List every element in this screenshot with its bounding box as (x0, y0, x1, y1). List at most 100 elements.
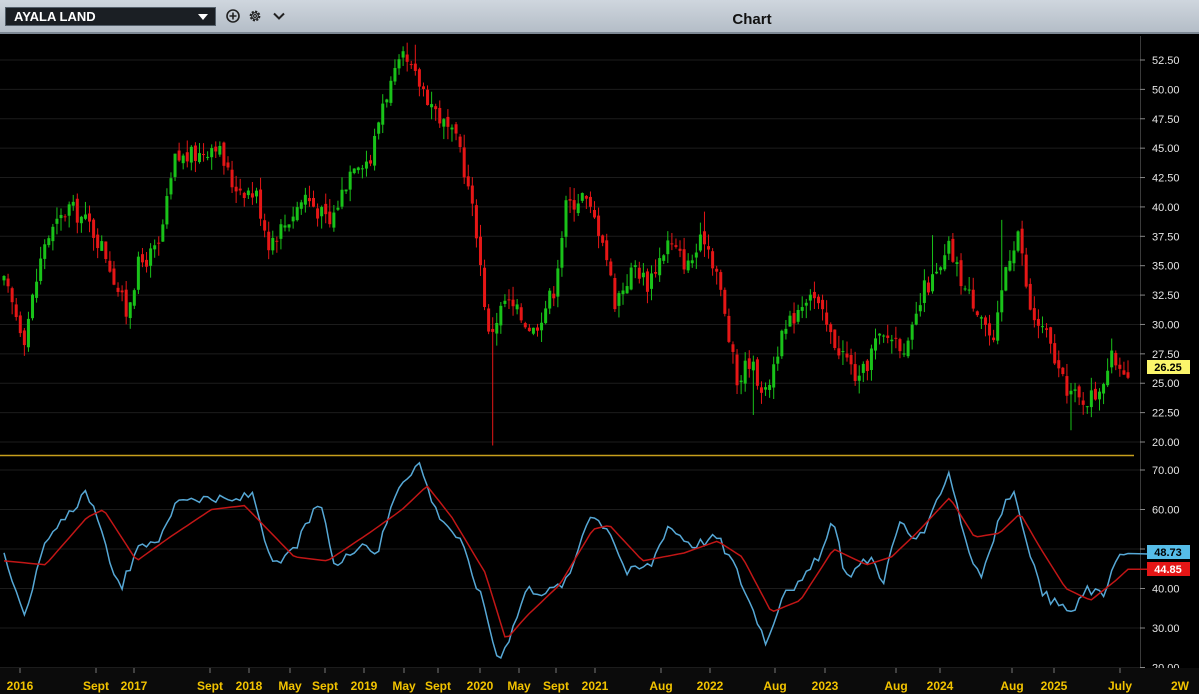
candle-body (641, 272, 645, 278)
candle-body (707, 246, 711, 250)
candle (878, 333, 882, 345)
candle (804, 298, 808, 319)
candle (385, 98, 389, 108)
candle-body (617, 293, 621, 306)
candle (381, 94, 385, 134)
candle (535, 323, 539, 337)
candle-body (1126, 372, 1130, 378)
candle (698, 222, 702, 253)
candle-body (768, 384, 772, 390)
symbol-dropdown[interactable]: AYALA LAND (5, 7, 216, 26)
candle-body (568, 199, 572, 201)
candle-body (792, 313, 796, 324)
candle-body (417, 69, 421, 87)
candle (906, 337, 910, 359)
candle-body (31, 294, 35, 319)
candle-body (373, 135, 377, 166)
candle-body (474, 205, 478, 239)
candle (466, 164, 470, 190)
candle (283, 214, 287, 232)
candle (430, 91, 434, 120)
candle-body (120, 290, 124, 293)
candle-body (1045, 328, 1049, 330)
candle-body (145, 259, 149, 267)
candle (149, 243, 153, 278)
candle-body (104, 241, 108, 260)
oscillator-value-label: 48.73 (1154, 547, 1182, 559)
candle-body (344, 189, 348, 192)
candle (495, 312, 499, 346)
gear-icon[interactable] (247, 8, 263, 24)
candle-body (389, 80, 393, 103)
candle-body (1036, 318, 1040, 326)
candle-body (576, 203, 580, 214)
candle-body (242, 192, 246, 199)
candle-body (816, 296, 820, 304)
candle-body (935, 271, 939, 274)
candle-body (865, 360, 869, 372)
candle-body (983, 317, 987, 325)
candle-body (312, 197, 316, 207)
candle-body (564, 200, 568, 237)
candle-body (385, 99, 389, 103)
candle (597, 207, 601, 249)
chevron-down-icon[interactable] (271, 8, 287, 24)
candle-body (931, 274, 935, 292)
candle (104, 241, 108, 263)
candle (837, 335, 841, 360)
candle (43, 239, 47, 270)
candle-body (882, 335, 886, 337)
candle (1008, 250, 1012, 272)
candle (975, 310, 979, 317)
oscillator-tick-label: 40.00 (1152, 584, 1180, 596)
candle-body (621, 290, 625, 295)
candle-body (230, 169, 234, 188)
candle (483, 259, 487, 311)
candle-body (906, 340, 910, 357)
candle-body (597, 215, 601, 236)
candle (979, 315, 983, 330)
oscillator-tick-label: 30.00 (1152, 623, 1180, 635)
candle (1028, 278, 1032, 311)
candle-body (67, 204, 71, 216)
time-tick-label: Sept (425, 679, 451, 693)
candle (727, 308, 731, 344)
oscillator-line (3, 461, 1149, 659)
candle (1045, 323, 1049, 338)
candle (197, 143, 201, 164)
candle-body (992, 337, 996, 341)
candle-body (951, 238, 955, 262)
candle (14, 298, 18, 321)
candle (88, 205, 92, 233)
candle (560, 231, 564, 277)
candle (295, 201, 299, 222)
price-tick-label: 45.00 (1152, 143, 1180, 155)
candle-body (515, 304, 519, 310)
candle-body (26, 318, 30, 348)
candle-body (409, 64, 413, 66)
candle-body (967, 289, 971, 291)
chart-canvas[interactable]: 52.50 50.00 47.50 45.00 42.50 40.00 37.50 35.00… (0, 36, 1199, 694)
candle-body (898, 339, 902, 352)
candle (633, 260, 637, 279)
candle-body (413, 63, 417, 71)
candle-body (1020, 228, 1024, 254)
candle (821, 294, 825, 321)
candle-body (466, 176, 470, 187)
add-circle-icon[interactable] (225, 8, 241, 24)
candle (230, 160, 234, 193)
candle-body (519, 307, 523, 321)
candle-body (495, 322, 499, 334)
candle (678, 240, 682, 258)
period-label[interactable]: 2W (1171, 679, 1190, 693)
candle (112, 261, 116, 286)
candle (621, 282, 625, 305)
candle (100, 235, 104, 251)
candle-body (503, 300, 507, 304)
candle (35, 268, 39, 303)
candle-body (556, 268, 560, 297)
candle (963, 285, 967, 292)
candle (1069, 382, 1073, 431)
candle (572, 188, 576, 222)
candle-body (6, 278, 10, 287)
